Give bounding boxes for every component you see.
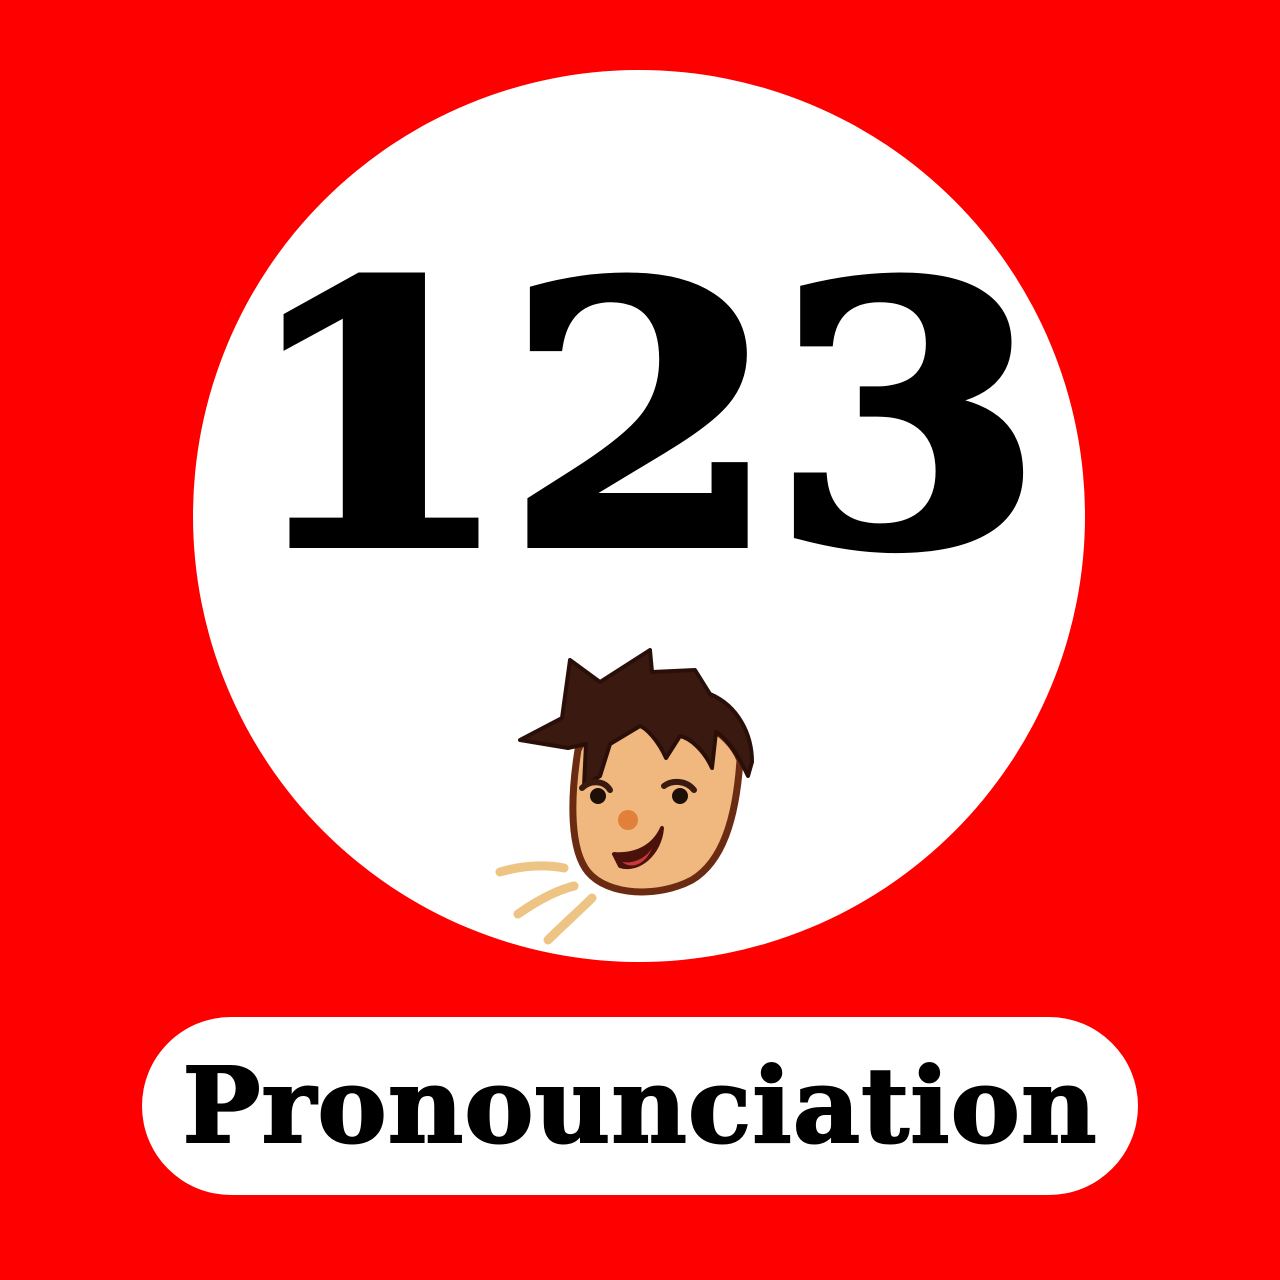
speaking-head-icon	[495, 648, 754, 945]
label-text: Pronounciation	[181, 1043, 1098, 1168]
app-icon: 123 Pronounciation	[0, 0, 1280, 1280]
number-heading: 123	[236, 206, 1048, 629]
